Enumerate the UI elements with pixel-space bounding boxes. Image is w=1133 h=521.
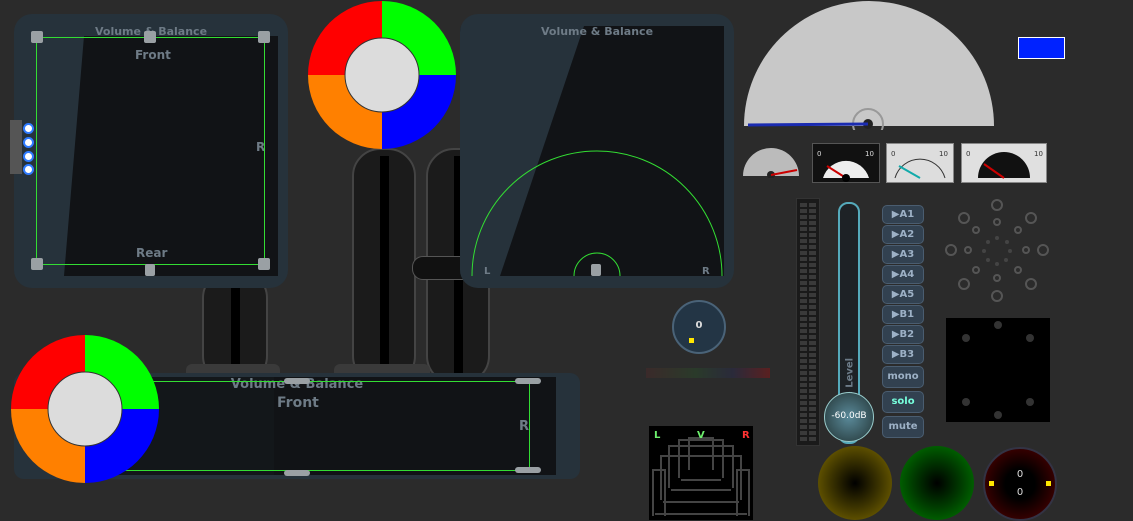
blue-indicator: [1018, 37, 1065, 59]
analog-meter-2: 0 10: [886, 143, 954, 183]
meter-min: 0: [891, 150, 896, 158]
right-label: R: [702, 266, 710, 277]
route-a5-button[interactable]: ▶A5: [882, 285, 924, 304]
yellow-glow-knob[interactable]: [818, 446, 892, 520]
meter-min: 0: [817, 150, 822, 158]
connector-dot[interactable]: [23, 123, 34, 134]
round-knob[interactable]: 0: [672, 300, 726, 354]
handle-br[interactable]: [258, 258, 270, 270]
balance-box: [36, 37, 265, 265]
color-wheel-bottom[interactable]: [11, 335, 159, 483]
route-a4-button[interactable]: ▶A4: [882, 265, 924, 284]
left-label: L: [484, 266, 491, 277]
handle-tm[interactable]: [144, 31, 156, 43]
wide-handle-tm[interactable]: [284, 378, 310, 384]
arc-handle[interactable]: [591, 264, 601, 276]
dual-knob-top: 0: [1016, 469, 1024, 480]
handle-tl[interactable]: [31, 31, 43, 43]
speaker-ring-icon: [945, 199, 1049, 302]
tunnel-r: R: [742, 430, 750, 441]
meter-max: 10: [1034, 150, 1043, 158]
tunnel-l: L: [654, 430, 661, 441]
panel-title: Volume & Balance: [540, 25, 654, 38]
handle-bm[interactable]: [145, 264, 155, 276]
dual-knob-left-ind: [989, 481, 994, 486]
knob-value: 0: [695, 320, 703, 331]
color-wheel-top[interactable]: [308, 1, 456, 149]
handle-bl[interactable]: [31, 258, 43, 270]
connector-strip: [10, 120, 22, 174]
volume-readout: -60.0dB: [831, 411, 867, 421]
wide-handle-tr[interactable]: [515, 378, 541, 384]
wide-balance-box: [114, 381, 530, 471]
wide-handle-br[interactable]: [515, 467, 541, 473]
route-a3-button[interactable]: ▶A3: [882, 245, 924, 264]
route-b1-button[interactable]: ▶B1: [882, 305, 924, 324]
green-glow-knob[interactable]: [900, 446, 974, 520]
level-bar: [646, 368, 770, 378]
analog-meter-3: 0 10: [961, 143, 1047, 183]
mini-gauge: [743, 148, 799, 178]
balance-panel-topleft: Volume & Balance Front Rear R: [14, 14, 288, 288]
connector-dot[interactable]: [23, 137, 34, 148]
speaker-grid-pad[interactable]: [946, 318, 1050, 422]
dual-knob-bottom: 0: [1016, 487, 1024, 498]
route-b3-button[interactable]: ▶B3: [882, 345, 924, 364]
mono-button[interactable]: mono: [882, 366, 924, 388]
knob-indicator: [689, 338, 694, 343]
analog-meter-1: 0 10: [812, 143, 880, 183]
tunnel-visualizer: L V R: [649, 426, 753, 520]
tunnel-v: V: [697, 430, 705, 441]
meter-max: 10: [865, 150, 874, 158]
connector-dot[interactable]: [23, 151, 34, 162]
mute-button[interactable]: mute: [882, 416, 924, 438]
meter-max: 10: [939, 150, 948, 158]
handle-tr[interactable]: [258, 31, 270, 43]
dual-red-knob[interactable]: 0 0: [983, 447, 1057, 521]
balance-panel-topright: Volume & Balance L R: [460, 14, 734, 288]
fader-slot-center[interactable]: [352, 148, 416, 384]
volume-readout-knob[interactable]: -60.0dB: [824, 392, 874, 442]
solo-button[interactable]: solo: [882, 391, 924, 413]
route-a2-button[interactable]: ▶A2: [882, 225, 924, 244]
meter-min: 0: [966, 150, 971, 158]
vu-meter-strip: [796, 198, 820, 446]
big-half-gauge: [744, 1, 994, 130]
route-a1-button[interactable]: ▶A1: [882, 205, 924, 224]
dual-knob-right-ind: [1046, 481, 1051, 486]
route-b2-button[interactable]: ▶B2: [882, 325, 924, 344]
wide-handle-bm[interactable]: [284, 470, 310, 476]
arc-shading: [460, 26, 723, 277]
connector-dot[interactable]: [23, 164, 34, 175]
